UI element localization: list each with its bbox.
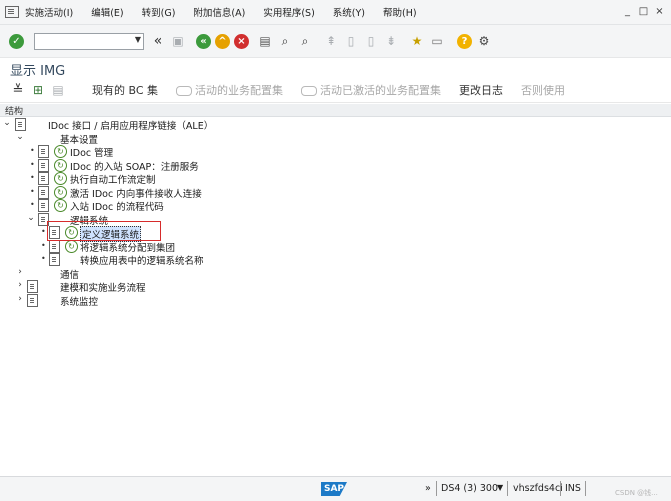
next-page-icon: ▯ [367,34,375,48]
highlight-box [47,221,161,241]
exit-icon[interactable]: ^ [215,33,230,49]
tree-node-monitoring[interactable]: › 系统监控 [0,293,671,308]
app-menu-icon[interactable] [5,6,19,18]
document-icon[interactable] [38,185,49,199]
system-dropdown-icon[interactable]: ▼ [497,483,503,492]
tree-node-root[interactable]: ⌄ IDoc 接口 / 启用应用程序链接（ALE） [0,118,671,132]
document-icon[interactable] [49,239,60,253]
server-info: vhszfds4ci [513,483,563,494]
watermark: CSDN @钱... [615,489,658,497]
status-arrow[interactable]: » [425,483,431,494]
insert-mode: INS [565,483,581,494]
menu-implementation[interactable]: 实施活动(I) [25,5,73,19]
document-icon[interactable] [38,145,49,158]
print-icon[interactable]: ▤ [257,33,273,49]
execute-icon[interactable]: ↻ [54,172,67,185]
sap-logo: SAP [321,482,347,496]
execute-icon[interactable]: ↻ [54,199,67,212]
document-icon[interactable] [27,293,38,307]
tree-node-communication[interactable]: › 通信 [0,267,671,281]
menu-utilities[interactable]: 实用程序(S) [263,5,314,19]
standard-toolbar: ✓ ▼ « ▣ « ^ × ▤ ⌕ ⌕ ⇞ ▯ ▯ ⇟ ★ ▭ ? ⚙ [0,25,671,58]
menu-goto[interactable]: 转到(G) [142,5,176,19]
double-left-icon[interactable]: « [150,33,166,49]
expanded-arrow-icon[interactable]: ⌄ [27,213,35,223]
execute-icon[interactable]: ↻ [54,158,67,172]
tree-node-assign-ls[interactable]: • ↻ 将逻辑系统分配到集团 [0,239,671,254]
link-icon [176,86,193,96]
tree-node-idoc-soap[interactable]: • ↻ IDoc 的入站 SOAP：注册服务 [0,158,671,173]
tree-node-modelling[interactable]: › 建模和实施业务流程 [0,280,671,294]
collapsed-arrow-icon[interactable]: › [16,280,24,290]
tree-node-convert-ls[interactable]: • 转换应用表中的逻辑系统名称 [0,253,671,267]
tree-node-workflow[interactable]: • ↻ 执行自动工作流定制 [0,172,671,186]
tree-node-basic-settings[interactable]: ⌄ 基本设置 [0,132,671,146]
execute-icon[interactable]: ⊞ [30,82,46,98]
activated-bc-set-button: 活动已激活的业务配置集 [301,82,441,98]
command-input[interactable] [35,33,131,47]
tree-node-idoc-admin[interactable]: • ↻ IDoc 管理 [0,145,671,159]
execute-icon[interactable]: ↻ [54,185,67,199]
img-tree: ⌄ IDoc 接口 / 启用应用程序链接（ALE） ⌄ 基本设置 • ↻ IDo… [0,118,671,308]
document-icon[interactable] [38,158,49,172]
shortcut-icon[interactable]: ▭ [429,33,445,49]
collapsed-arrow-icon[interactable]: › [16,267,24,277]
check-icon[interactable]: ✓ [9,33,24,49]
chevron-down-icon[interactable]: ▼ [135,35,141,44]
menu-edit[interactable]: 编辑(E) [91,5,123,19]
expand-all-icon[interactable]: ≚ [10,82,26,98]
settings-icon[interactable]: ⚙ [476,33,492,49]
menu-help[interactable]: 帮助(H) [383,5,417,19]
first-page-icon: ⇞ [325,34,337,48]
find-next-icon[interactable]: ⌕ [297,33,313,49]
help-icon[interactable]: ? [457,33,472,49]
link-icon [301,86,318,96]
menu-system[interactable]: 系统(Y) [333,5,365,19]
menu-extras[interactable]: 附加信息(A) [193,5,245,19]
new-session-icon[interactable]: ★ [409,33,425,49]
last-page-icon: ⇟ [385,34,397,48]
back-icon[interactable]: « [196,33,211,49]
expanded-arrow-icon[interactable]: ⌄ [16,132,24,142]
application-toolbar: ≚ ⊞ ▤ 现有的 BC 集 活动的业务配置集 活动已激活的业务配置集 更改日志… [0,78,671,103]
cancel-icon[interactable]: × [234,33,249,49]
find-icon[interactable]: ⌕ [277,33,293,49]
status-bar: SAP » DS4 (3) 300 ▼ vhszfds4ci INS [0,476,671,501]
close-window-button[interactable]: × [654,6,665,17]
structure-header: 结构 [0,104,671,117]
system-info: DS4 (3) 300 [441,483,499,494]
docs-icon: ▤ [52,83,64,97]
document-icon[interactable] [49,253,60,266]
document-icon[interactable] [38,172,49,185]
is-used-button: 否则使用 [521,84,566,97]
prev-page-icon: ▯ [347,34,355,48]
structure-label: 结构 [5,107,24,117]
minimize-button[interactable]: _ [622,6,633,17]
change-log-button[interactable]: 更改日志 [459,82,503,98]
active-bc-set-button: 活动的业务配置集 [176,82,283,98]
menu-bar: 实施活动(I) 编辑(E) 转到(G) 附加信息(A) 实用程序(S) 系统(Y… [0,0,671,25]
command-field[interactable]: ▼ [34,32,144,50]
save-icon: ▣ [172,34,184,48]
collapsed-arrow-icon[interactable]: › [16,294,24,304]
document-icon[interactable] [27,280,38,293]
execute-icon[interactable]: ↻ [54,145,67,158]
expanded-arrow-icon[interactable]: ⌄ [3,118,11,128]
execute-icon[interactable]: ↻ [65,239,78,253]
tree-node-inbound-process[interactable]: • ↻ 入站 IDoc 的流程代码 [0,199,671,213]
document-icon[interactable] [15,118,26,131]
tree-node-activate-receiver[interactable]: • ↻ 激活 IDoc 内向事件接收人连接 [0,185,671,200]
maximize-button[interactable]: □ [638,6,649,17]
page-title: 显示 IMG [10,64,66,79]
document-icon[interactable] [38,199,49,212]
current-bc-set-button[interactable]: 现有的 BC 集 [92,82,158,98]
